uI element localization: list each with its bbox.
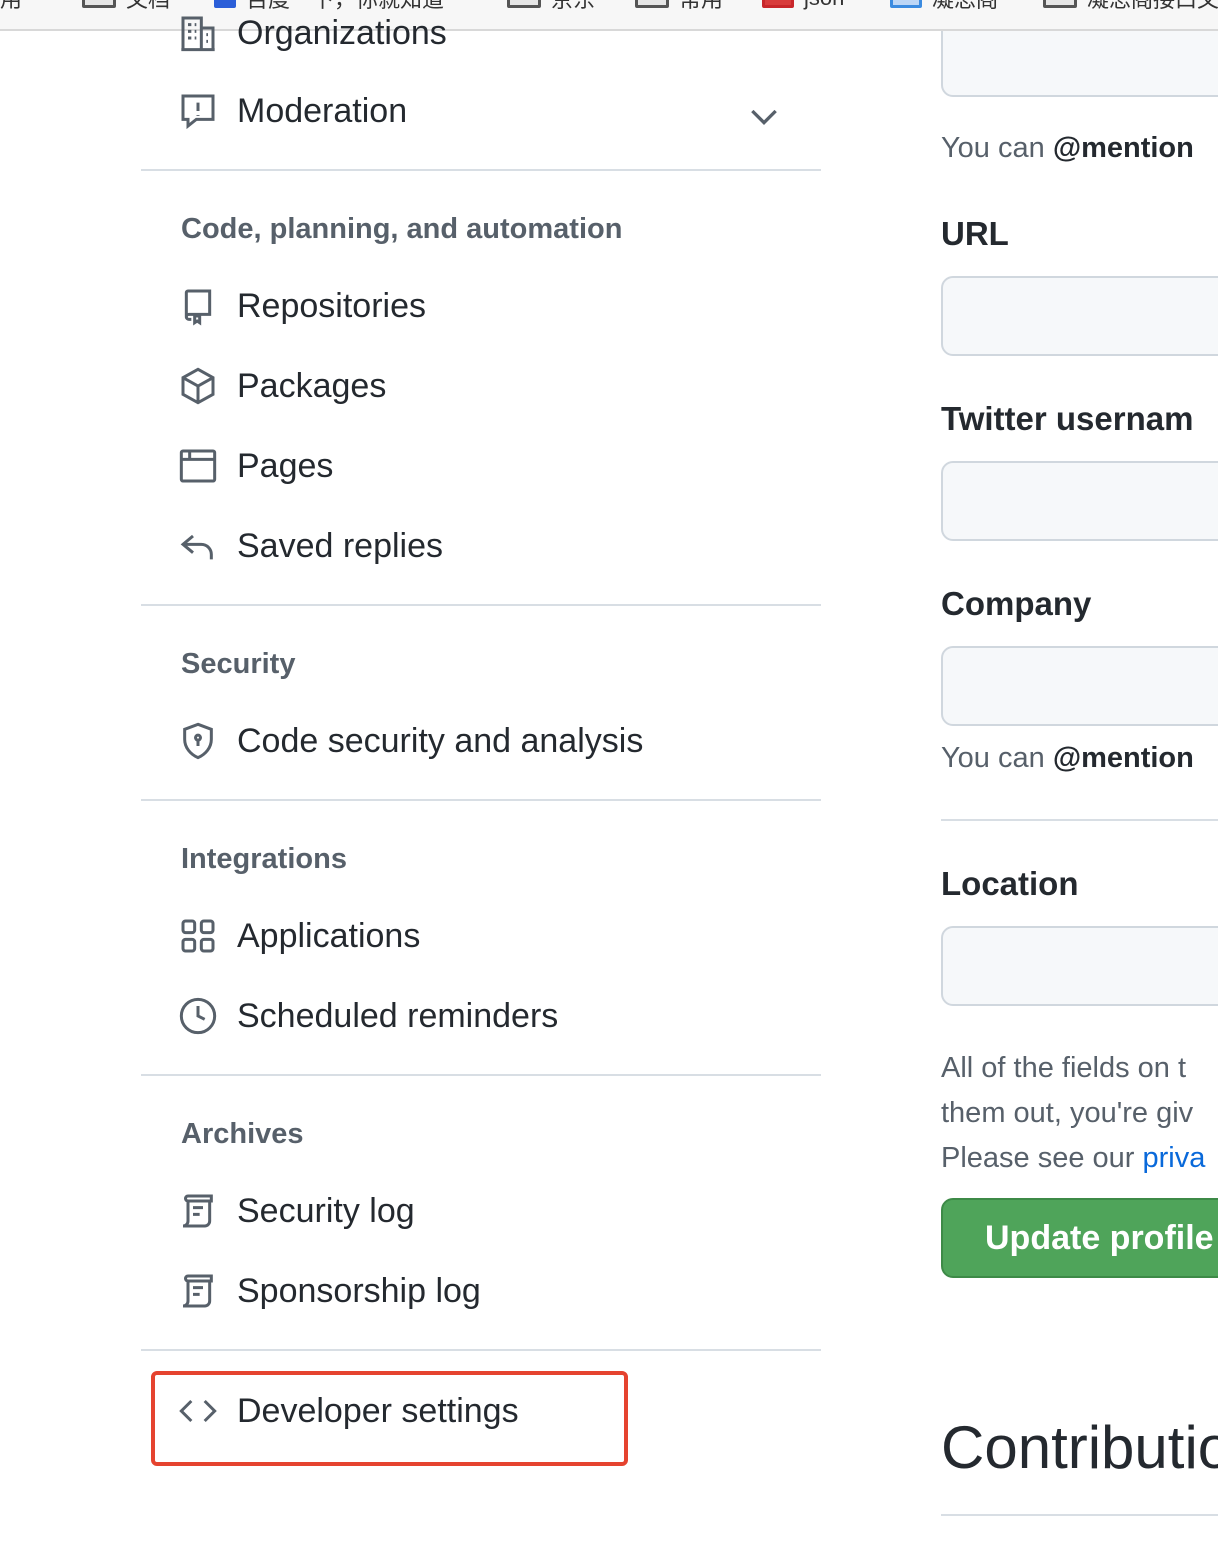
bookmark-apps[interactable]: 应用 [0, 0, 22, 12]
section-heading-security: Security [181, 648, 296, 680]
bookmark-docs[interactable]: 文档 [82, 0, 170, 12]
divider [141, 799, 821, 801]
bookmark-label: 凝思阁接口文档 [1087, 0, 1218, 14]
sidebar-item-label: Repositories [237, 286, 426, 325]
divider [141, 604, 821, 606]
profile-form: You can @mention URL Twitter usernam Com… [941, 31, 1218, 1548]
section-heading-archives: Archives [181, 1118, 304, 1150]
repo-icon [177, 285, 219, 327]
note-text: You can [941, 132, 1053, 164]
reply-icon [177, 525, 219, 567]
sidebar-item-packages[interactable]: Packages [181, 356, 781, 416]
privacy-line: Please see our priva [941, 1136, 1205, 1181]
divider [941, 819, 1218, 821]
sidebar-item-label: Sponsorship log [237, 1271, 481, 1310]
mention-text: @mention [1052, 742, 1194, 774]
bookmark-label: 凝思阁 [932, 0, 998, 14]
developer-settings-highlight-box [151, 1371, 628, 1466]
sidebar-item-repositories[interactable]: Repositories [181, 276, 781, 336]
twitter-username-field[interactable] [941, 461, 1218, 541]
sidebar-item-label: Applications [237, 916, 421, 955]
clock-icon [177, 995, 219, 1037]
bookmark-api-docs[interactable]: 凝思阁接口文档 [1043, 0, 1218, 12]
package-icon [177, 365, 219, 407]
mention-text: @mention [1052, 132, 1194, 164]
location-field[interactable] [941, 926, 1218, 1006]
sidebar-item-sponsorship-log[interactable]: Sponsorship log [181, 1261, 781, 1321]
sidebar-item-scheduled-reminders[interactable]: Scheduled reminders [179, 986, 781, 1046]
location-label: Location [941, 865, 1079, 902]
sidebar-item-label: Code security and analysis [237, 721, 644, 760]
settings-sidebar: Organizations Moderation Code, planning,… [141, 14, 821, 1548]
organization-icon [177, 12, 219, 54]
bookmark-label: 文档 [126, 0, 170, 14]
sidebar-item-applications[interactable]: Applications [181, 906, 781, 966]
divider [141, 1349, 821, 1351]
log-icon [177, 1270, 219, 1312]
sidebar-item-label: Moderation [237, 91, 408, 130]
bookmark-label: json [804, 0, 844, 11]
folder-icon [82, 0, 116, 8]
divider [941, 1514, 1218, 1516]
translate-icon [890, 0, 922, 8]
folder-icon [1043, 0, 1077, 8]
privacy-line: All of the fields on t [941, 1052, 1187, 1084]
sidebar-item-label: Packages [237, 366, 387, 405]
divider [141, 169, 821, 171]
sidebar-item-pages[interactable]: Pages [179, 436, 781, 496]
note-text: You can [941, 742, 1053, 774]
contributions-heading: Contributio [941, 1414, 1218, 1481]
sidebar-item-label: Saved replies [237, 526, 444, 565]
sidebar-item-organizations[interactable]: Organizations [181, 3, 781, 63]
privacy-link[interactable]: priva [1143, 1142, 1206, 1174]
sidebar-item-label: Pages [237, 446, 334, 485]
sidebar-item-label: Organizations [237, 13, 447, 52]
chevron-down-icon[interactable] [744, 96, 784, 136]
section-heading-code: Code, planning, and automation [181, 213, 623, 245]
bookmark-ningsige[interactable]: 凝思阁 [890, 0, 998, 12]
company-label: Company [941, 585, 1092, 622]
shield-lock-icon [177, 720, 219, 762]
sidebar-item-moderation[interactable]: Moderation [181, 81, 781, 141]
privacy-line: them out, you're giv [941, 1097, 1194, 1129]
twitter-username-label: Twitter usernam [941, 400, 1194, 437]
url-label: URL [941, 215, 1009, 252]
divider [141, 1074, 821, 1076]
bio-mention-note: You can @mention [941, 132, 1194, 165]
bio-field[interactable] [941, 31, 1218, 97]
sidebar-item-saved-replies[interactable]: Saved replies [180, 516, 781, 576]
company-field[interactable] [941, 646, 1218, 726]
url-field[interactable] [941, 276, 1218, 356]
privacy-notice: All of the fields on t them out, you're … [941, 1046, 1205, 1181]
sidebar-item-label: Security log [237, 1191, 415, 1230]
company-mention-note: You can @mention [941, 742, 1194, 775]
sidebar-item-security-log[interactable]: Security log [181, 1181, 781, 1241]
sidebar-item-label: Scheduled reminders [237, 996, 559, 1035]
bookmark-label: 应用 [0, 0, 22, 14]
report-icon [177, 90, 219, 132]
browser-icon [177, 445, 219, 487]
sidebar-item-code-security[interactable]: Code security and analysis [181, 711, 781, 771]
privacy-text: Please see our [941, 1142, 1143, 1174]
section-heading-integrations: Integrations [181, 843, 347, 875]
update-profile-button[interactable]: Update profile [941, 1198, 1218, 1278]
apps-grid-icon [177, 915, 219, 957]
log-icon [177, 1190, 219, 1232]
